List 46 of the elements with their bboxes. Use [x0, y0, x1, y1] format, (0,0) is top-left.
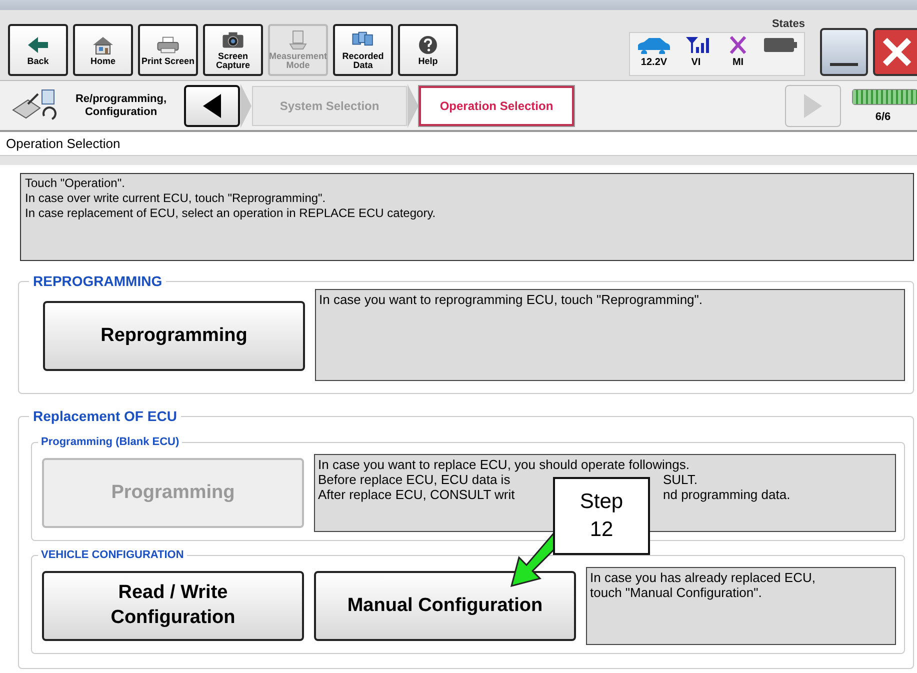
description-text: nd programming data. — [663, 487, 790, 502]
operation-button[interactable]: Read / Write Configuration — [42, 571, 304, 641]
breadcrumb-chevron — [407, 84, 419, 128]
description-text: In case you want to reprogramming ECU, touch "Reprogramming". — [319, 292, 703, 307]
instruction-text: In case replacement of ECU, select an operation in REPLACE ECU category. — [25, 206, 437, 221]
house-icon — [91, 34, 115, 54]
description-text: In case you has already replaced ECU, — [590, 570, 816, 585]
instruction-text: Touch "Operation". — [25, 176, 126, 191]
page-counter: 6/6 — [875, 110, 891, 122]
section-title: Operation Selection — [5, 135, 122, 153]
function-title: Re/programming, Configuration — [74, 92, 168, 118]
battery-icon — [762, 36, 798, 54]
toolbar-button[interactable]: Screen Capture — [203, 24, 263, 76]
toolbar-button[interactable]: Recorded Data — [333, 24, 393, 76]
breadcrumb-chevron — [240, 84, 252, 128]
subgroup-title: VEHICLE CONFIGURATION — [40, 549, 185, 561]
instruction-text: In case over write current ECU, touch "Reprogramming". — [25, 191, 327, 206]
group-title: Replacement OF ECU — [32, 408, 178, 424]
description-text: touch "Manual Configuration". — [590, 585, 762, 600]
car-icon — [636, 36, 672, 54]
minimize-button[interactable] — [820, 28, 868, 76]
breadcrumb-step[interactable]: Operation Selection — [419, 86, 574, 126]
description-text: After replace ECU, CONSULT writ — [318, 487, 515, 502]
operation-button[interactable]: Manual Configuration — [314, 571, 576, 641]
toolbar-button[interactable]: Back — [8, 24, 68, 76]
status-label: MI — [732, 57, 744, 68]
back-button[interactable] — [184, 84, 240, 126]
toolbar-button[interactable]: Home — [73, 24, 133, 76]
description-text: Before replace ECU, ECU data is — [318, 472, 510, 487]
operation-button[interactable]: Reprogramming — [43, 301, 305, 371]
status-label: VI — [691, 57, 701, 68]
description-text: SULT. — [663, 472, 698, 487]
printer-icon — [156, 34, 180, 54]
camera-icon — [221, 30, 245, 50]
minimize-icon — [830, 62, 858, 66]
description-text: In case you want to replace ECU, you should operate followings. — [318, 457, 690, 472]
left-arrow-icon — [26, 34, 50, 54]
status-label: 12.2V — [640, 57, 668, 68]
subgroup-title: Programming (Blank ECU) — [40, 436, 180, 448]
help-icon — [416, 34, 440, 54]
step-callout: Step 12 — [553, 477, 650, 555]
toolbar-button[interactable]: Help — [398, 24, 458, 76]
states-label: States — [772, 18, 805, 30]
close-button[interactable] — [873, 28, 917, 76]
toolbar-button[interactable]: Print Screen — [138, 24, 198, 76]
group-title: REPROGRAMMING — [32, 273, 164, 289]
